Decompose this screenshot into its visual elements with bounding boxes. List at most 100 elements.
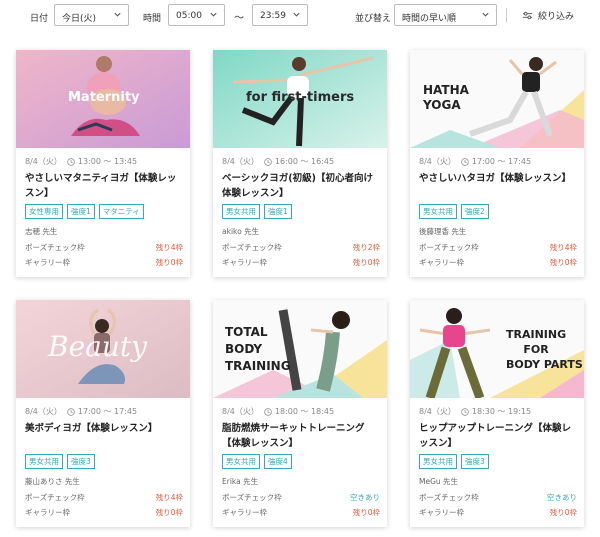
teacher-name: 藤山ありさ 先生 [25,477,80,486]
lesson-card[interactable]: for first-timers 8/4（火） 16:00 〜 16:45 ベー… [213,50,387,277]
teacher-name: akiko 先生 [222,227,260,236]
lesson-image: TRAINING FOR BODY PARTS [410,300,584,398]
lesson-datetime: 8/4（火） 13:00 〜 13:45 [25,156,137,167]
time-from-value: 05:00 [176,11,202,21]
lesson-date: 8/4（火） [25,407,62,416]
lesson-tags: 女性専用 強度1 マタニティ [25,204,144,219]
lesson-title[interactable]: 脂肪燃焼サーキットトレーニング【体験レッスン】 [222,421,380,451]
slot-status: 残り4枠 [549,243,577,252]
tag-badge: 男女共用 [25,454,63,469]
lesson-time: 18:00 〜 18:45 [274,407,335,416]
lesson-time: 17:00 〜 17:45 [471,157,532,166]
slot-label: ギャラリー枠 [25,258,70,267]
sort-select[interactable]: 時間の早い順 [394,4,497,26]
caption-line: BODY [225,342,263,356]
tag-badge: 強度3 [461,454,489,469]
caption-line: YOGA [423,98,461,112]
slot-row-pose-check: ポーズチェック枠 空きあり [419,492,577,503]
slot-status: 残り0枠 [549,508,577,517]
lesson-image: HATHA YOGA [410,50,584,148]
caption-line: TOTAL [225,325,268,339]
lesson-title[interactable]: やさしいマタニティヨガ【体験レッスン】 [25,171,183,201]
chevron-down-icon [482,12,489,17]
lesson-title[interactable]: ベーシックヨガ(初級)【初心者向け体験レッスン】 [222,171,380,201]
tag-badge: 女性専用 [25,204,63,219]
clock-icon [67,157,75,166]
slot-label: ポーズチェック枠 [222,493,282,502]
slot-row-pose-check: ポーズチェック枠 残り2枠 [222,242,380,253]
slot-status: 残り0枠 [155,508,183,517]
lesson-image-caption: for first-timers [246,90,355,105]
slot-label: ギャラリー枠 [25,508,70,517]
slot-row-gallery: ギャラリー枠 残り0枠 [419,507,577,518]
chevron-down-icon [293,12,300,17]
teacher-name: 後藤理香 先生 [419,227,467,236]
slot-label: ギャラリー枠 [222,508,267,517]
time-from-select[interactable]: 05:00 [168,4,225,26]
tag-badge: 強度4 [264,454,292,469]
lesson-card[interactable]: HATHA YOGA 8/4（火） 17:00 〜 17:45 やさしいハタヨガ… [410,50,584,277]
tag-badge: 男女共用 [222,454,260,469]
slot-row-gallery: ギャラリー枠 残り0枠 [25,507,183,518]
lesson-title[interactable]: やさしいハタヨガ【体験レッスン】 [419,171,577,186]
slot-row-gallery: ギャラリー枠 残り0枠 [419,257,577,268]
slot-label: ポーズチェック枠 [222,243,282,252]
teacher-name: MeGu 先生 [419,477,459,486]
lesson-card[interactable]: Maternity 8/4（火） 13:00 〜 13:45 やさしいマタニティ… [16,50,190,277]
refine-label: 絞り込み [538,11,575,22]
refine-button[interactable]: 絞り込み [522,7,574,23]
tag-badge: 強度3 [67,454,95,469]
lesson-image: for first-timers [213,50,387,148]
filter-divider [506,8,507,22]
time-to-select[interactable]: 23:59 [252,4,308,26]
sort-label: 並び替え [355,14,392,24]
lesson-date: 8/4（火） [222,157,259,166]
lesson-title[interactable]: ヒップアップトレーニング【体験レッスン】 [419,421,577,451]
teacher-name: Erika 先生 [222,477,259,486]
caption-line: BODY PARTS [506,358,583,371]
slot-label: ポーズチェック枠 [25,493,85,502]
lesson-time: 16:00 〜 16:45 [274,157,335,166]
lesson-date: 8/4（火） [25,157,62,166]
lesson-tags: 男女共用 強度3 [25,454,95,469]
lesson-title[interactable]: 美ボディヨガ【体験レッスン】 [25,421,183,436]
slot-row-pose-check: ポーズチェック枠 残り4枠 [25,492,183,503]
lesson-datetime: 8/4（火） 17:00 〜 17:45 [25,406,137,417]
lesson-card[interactable]: TRAINING FOR BODY PARTS 8/4（火） 18:30 〜 1… [410,300,584,527]
lesson-tags: 男女共用 強度4 [222,454,292,469]
lesson-date: 8/4（火） [419,157,456,166]
lesson-image: TOTAL BODY TRAINING [213,300,387,398]
tag-badge: 強度1 [67,204,95,219]
lesson-card[interactable]: TOTAL BODY TRAINING 8/4（火） 18:00 〜 18:45… [213,300,387,527]
time-to-value: 23:59 [260,11,286,21]
lesson-card[interactable]: Beauty 8/4（火） 17:00 〜 17:45 美ボディヨガ【体験レッス… [16,300,190,527]
clock-icon [461,407,469,416]
slot-row-gallery: ギャラリー枠 残り0枠 [222,257,380,268]
filter-bar: 日付 今日(火) 時間 05:00 〜 23:59 並び替え 時間の早い順 絞り… [0,0,600,32]
teacher-name: 志穂 先生 [25,227,58,236]
slot-status: 残り0枠 [155,258,183,267]
caption-line: FOR [523,343,549,356]
lesson-date: 8/4（火） [419,407,456,416]
lesson-date: 8/4（火） [222,407,259,416]
date-select[interactable]: 今日(火) [54,4,129,26]
caption-line: TRAINING [225,359,291,373]
date-label: 日付 [30,14,49,24]
lesson-tags: 男女共用 強度1 [222,204,292,219]
filter-sliders-icon [522,11,533,19]
chevron-down-icon [114,12,121,17]
caption-line: HATHA [423,83,469,97]
tag-badge: 強度1 [264,204,292,219]
slot-label: ポーズチェック枠 [419,493,479,502]
chevron-down-icon [210,12,217,17]
lesson-time: 13:00 〜 13:45 [77,157,138,166]
lesson-image-caption: TRAINING FOR BODY PARTS [506,327,583,372]
lesson-tags: 男女共用 強度2 [419,204,489,219]
slot-status: 残り4枠 [155,493,183,502]
time-separator: 〜 [234,13,244,24]
lesson-tags: 男女共用 強度3 [419,454,489,469]
clock-icon [264,157,272,166]
lesson-image: Maternity [16,50,190,148]
slot-status: 残り4枠 [155,243,183,252]
lesson-time: 17:00 〜 17:45 [77,407,138,416]
